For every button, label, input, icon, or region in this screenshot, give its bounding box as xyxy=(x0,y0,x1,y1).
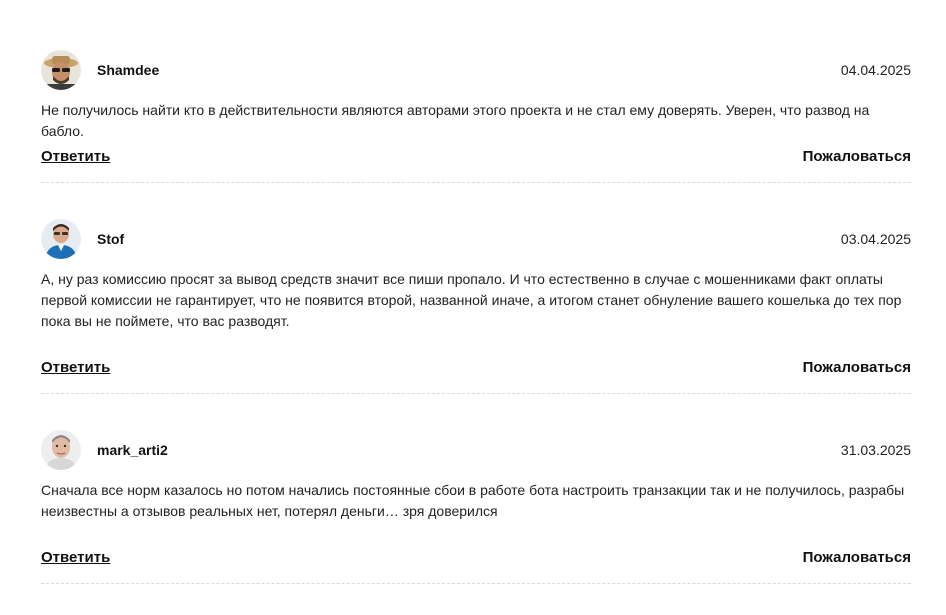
report-link[interactable]: Пожаловаться xyxy=(803,548,911,568)
comment-date: 04.04.2025 xyxy=(840,62,911,78)
comment-header: Shamdee 04.04.2025 xyxy=(41,50,911,90)
report-link[interactable]: Пожаловаться xyxy=(803,358,911,378)
comment-actions: Ответить Пожаловаться xyxy=(41,358,911,380)
comment-header: Stof 03.04.2025 xyxy=(41,219,911,259)
avatar[interactable] xyxy=(41,430,81,470)
reply-link[interactable]: Ответить xyxy=(41,548,110,568)
divider xyxy=(41,393,911,394)
comment-actions: Ответить Пожаловаться xyxy=(41,147,911,169)
comment-date: 31.03.2025 xyxy=(840,442,911,458)
comment-author: mark_arti2 xyxy=(97,442,168,458)
divider xyxy=(41,583,911,584)
comment-author: Stof xyxy=(97,231,125,247)
report-link[interactable]: Пожаловаться xyxy=(803,147,911,167)
comment-text: Не получилось найти кто в действительнос… xyxy=(41,102,870,139)
comment-text: Сначала все норм казалось но потом начал… xyxy=(41,482,905,519)
comment-header: mark_arti2 31.03.2025 xyxy=(41,430,911,470)
avatar[interactable] xyxy=(41,50,81,90)
comment-actions: Ответить Пожаловаться xyxy=(41,548,911,570)
divider xyxy=(41,182,911,183)
avatar[interactable] xyxy=(41,219,81,259)
comment-date: 03.04.2025 xyxy=(840,231,911,247)
reply-link[interactable]: Ответить xyxy=(41,358,110,378)
comment-author: Shamdee xyxy=(97,62,160,78)
comment-text: А, ну раз комиссию просят за вывод средс… xyxy=(41,271,902,329)
reply-link[interactable]: Ответить xyxy=(41,147,110,167)
